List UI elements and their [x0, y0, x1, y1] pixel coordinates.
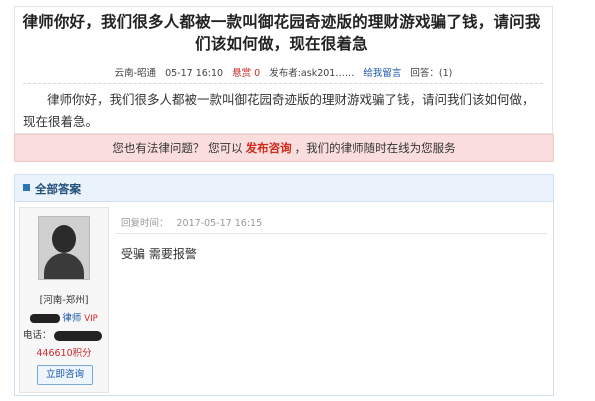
notice-bar: 您也有法律问题？ 您可以 发布咨询 ，我们的律师随时在线为您服务 — [14, 134, 554, 162]
answers-panel: 全部答案 [河南-郑州] 律师 VIP 电话： 446610积分 立即咨询 回复时… — [14, 174, 554, 396]
lawyer-phone: 电话： — [23, 327, 107, 341]
lawyer-name-line[interactable]: 律师 VIP — [20, 310, 108, 324]
avatar-head-icon — [52, 225, 76, 253]
redaction-mark — [30, 314, 61, 323]
question-meta: 云南-昭通 05-17 16:10 悬赏 0 发布者:ask201…… 给我留言… — [15, 65, 552, 79]
panel-header: 全部答案 — [15, 175, 553, 202]
section-square-icon — [23, 184, 30, 191]
avatar[interactable] — [38, 216, 90, 280]
question-body: 律师你好，我们很多人都被一款叫御花园奇迹版的理财游戏骗了钱，请问我们该如何做，现… — [23, 92, 535, 129]
phone-label: 电话： — [23, 330, 52, 341]
notice-prefix: 您也有法律问题？ 您可以 — [112, 141, 243, 155]
vip-badge: VIP — [84, 314, 98, 324]
lawyer-card: [河南-郑州] 律师 VIP 电话： 446610积分 立即咨询 — [19, 207, 109, 393]
reply-time-label: 回复时间： — [121, 218, 169, 229]
notice-suffix: ，我们的律师随时在线为您服务 — [294, 141, 456, 155]
panel-title: 全部答案 — [35, 182, 81, 196]
phone-redaction-mark — [53, 330, 102, 341]
question-location: 云南-昭通 — [114, 68, 157, 79]
question-title: 律师你好，我们很多人都被一款叫御花园奇迹版的理财游戏骗了钱，请问我们该如何做，现… — [22, 13, 541, 53]
asker-label: 发布者:ask201…… — [269, 68, 355, 79]
reply-time-value: 2017-05-17 16:15 — [176, 218, 263, 229]
divider — [23, 83, 543, 84]
question-box: 律师你好，我们很多人都被一款叫御花园奇迹版的理财游戏骗了钱，请问我们该如何做，现… — [14, 6, 553, 134]
reward-label: 悬赏 0 — [232, 68, 261, 79]
reply-time: 回复时间： 2017-05-17 16:15 — [121, 215, 270, 229]
answer-count: 回答：(1) — [410, 68, 453, 79]
answer-text: 受骗 需要报警 — [121, 247, 197, 261]
answer-divider — [115, 233, 547, 234]
lawyer-title: 律师 — [62, 313, 82, 324]
avatar-body-icon — [44, 253, 84, 279]
answer-area: 回复时间： 2017-05-17 16:15 受骗 需要报警 — [115, 207, 547, 391]
lawyer-points: 446610积分 — [36, 348, 92, 359]
post-consultation-link[interactable]: 发布咨询 — [246, 141, 292, 155]
question-date: 05-17 16:10 — [165, 68, 224, 79]
lawyer-location: [河南-郑州] — [39, 295, 89, 306]
leave-message-link[interactable]: 给我留言 — [363, 68, 401, 79]
consult-button[interactable]: 立即咨询 — [37, 365, 93, 385]
